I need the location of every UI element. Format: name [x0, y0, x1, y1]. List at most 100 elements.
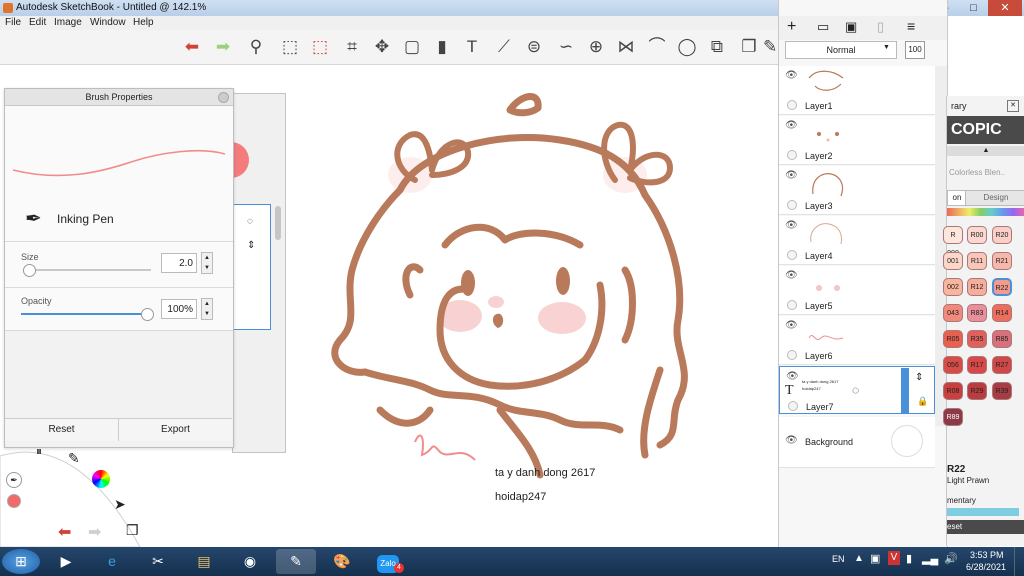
layer-opacity-input[interactable]: 100 [905, 41, 925, 59]
signal-icon[interactable]: ▂▄ [922, 552, 938, 565]
layer-reorder-icon[interactable]: ⇕ [915, 372, 923, 383]
select-icon[interactable]: ⬚ [278, 34, 302, 60]
internet-explorer-icon[interactable]: e [92, 549, 132, 574]
clock-time[interactable]: 3:53 PM [970, 550, 1004, 560]
layer-item[interactable]: 👁 Layer2 [779, 116, 935, 165]
lagoon-copy-icon[interactable]: ❐ [126, 522, 139, 539]
copic-swatch[interactable]: R05 [943, 330, 963, 348]
sketchbook-taskbar-icon[interactable]: ✎ [276, 549, 316, 574]
close-button[interactable]: ✕ [988, 0, 1022, 16]
copic-swatch[interactable]: R83 [967, 304, 987, 322]
drawing-canvas[interactable] [300, 80, 720, 500]
layer-item-selected[interactable]: 👁 T ta y danh dong 2617 hoidap247 ◌ Laye… [779, 366, 935, 414]
lagoon-pen-icon[interactable]: ✒ [6, 472, 22, 488]
lagoon-brush-icon[interactable]: ✎ [68, 450, 80, 467]
copic-swatch[interactable]: R89 [943, 408, 963, 426]
layer-item[interactable]: 👁 Layer1 [779, 66, 935, 115]
layer-menu-icon[interactable]: ≡ [907, 18, 915, 34]
zoom-icon[interactable]: ⚲ [244, 34, 268, 60]
clock-date[interactable]: 6/28/2021 [966, 562, 1006, 572]
layer-item[interactable]: 👁 Layer4 [779, 216, 935, 265]
blend-mode-select[interactable]: Normal [785, 41, 897, 59]
circle-icon[interactable]: ◯ [675, 34, 699, 60]
visibility-eye-icon[interactable]: 👁 [786, 371, 799, 382]
lagoon-redo-icon[interactable]: ➡ [88, 522, 101, 542]
fill-icon[interactable]: ▮ [430, 34, 454, 60]
redo-icon[interactable]: ➡ [211, 34, 235, 60]
brush-properties-close-button[interactable] [218, 92, 229, 103]
copic-swatch[interactable]: R 000 [943, 226, 963, 257]
ruler-icon[interactable]: ⟋ [492, 34, 516, 60]
visibility-eye-icon[interactable]: 👁 [785, 220, 798, 231]
french-curve-icon[interactable]: ∽ [554, 34, 578, 60]
copic-swatch[interactable]: 002 [943, 278, 963, 296]
layer-item[interactable]: 👁 Layer3 [779, 166, 935, 215]
copic-swatch[interactable]: R17 [967, 356, 987, 374]
volume-icon[interactable]: 🔊 [944, 552, 958, 565]
media-player-icon[interactable]: ▶ [46, 549, 86, 574]
menu-help[interactable]: Help [133, 17, 154, 28]
current-color-swatch[interactable] [7, 494, 21, 508]
tab-collection[interactable]: on [947, 190, 967, 206]
crop-icon[interactable]: ⌗ [340, 34, 364, 60]
copic-swatch[interactable]: 056 [943, 356, 963, 374]
copic-swatch[interactable]: R20 [992, 226, 1012, 244]
lock-icon[interactable]: 🔒 [917, 396, 928, 407]
chrome-icon[interactable]: ◉ [230, 549, 270, 574]
color-family-strip[interactable] [947, 208, 1024, 216]
transform-icon[interactable]: ✥ [370, 34, 394, 60]
layer-radio[interactable] [787, 150, 797, 160]
layer-radio[interactable] [787, 250, 797, 260]
add-layer-icon[interactable]: + [787, 18, 796, 36]
layer-item-background[interactable]: 👁 Background [779, 417, 935, 468]
menu-image[interactable]: Image [54, 17, 82, 28]
copic-reset-button[interactable]: eset [947, 520, 1024, 534]
tray-app-icon[interactable]: ▣ [870, 552, 880, 565]
add-group-icon[interactable]: ▭ [817, 19, 829, 35]
distort-icon[interactable]: ▢ [400, 34, 424, 60]
copic-swatch[interactable]: R14 [992, 304, 1012, 322]
chevron-up-icon[interactable]: ▲ [947, 146, 1024, 156]
copy-icon[interactable]: ❐ [737, 34, 761, 60]
menu-edit[interactable]: Edit [29, 17, 46, 28]
undo-icon[interactable]: ⬅ [180, 34, 204, 60]
copic-swatch[interactable]: 043 [943, 304, 963, 322]
add-image-icon[interactable]: ▣ [845, 19, 857, 35]
copic-swatch[interactable]: R39 [992, 382, 1012, 400]
size-slider-track[interactable] [25, 269, 151, 271]
layer-radio[interactable] [787, 200, 797, 210]
trash-icon[interactable]: ▯ [877, 19, 884, 35]
crop-lasso-icon[interactable]: ⬚ [308, 34, 332, 60]
copic-swatch[interactable]: R85 [992, 330, 1012, 348]
layer-radio[interactable] [787, 300, 797, 310]
text-icon[interactable]: T [460, 34, 484, 60]
size-slider-knob[interactable] [22, 264, 36, 277]
lagoon-undo-icon[interactable]: ⬅ [58, 522, 71, 542]
tray-v-icon[interactable]: V [888, 551, 900, 565]
scrollbar-thumb[interactable] [275, 206, 281, 240]
layer-radio[interactable] [788, 401, 798, 411]
copic-swatch[interactable]: R29 [967, 382, 987, 400]
lagoon-select-icon[interactable]: ➤ [114, 496, 126, 513]
layer-radio[interactable] [787, 350, 797, 360]
start-button[interactable]: ⊞ [2, 549, 40, 574]
visibility-eye-icon[interactable]: 👁 [785, 170, 798, 181]
close-icon[interactable]: ✕ [1007, 100, 1019, 112]
complementary-swatch[interactable] [947, 508, 1019, 516]
size-stepper[interactable]: ▲ ▼ [201, 252, 213, 274]
layer-radio[interactable] [787, 100, 797, 110]
copic-swatch[interactable]: 001 [943, 252, 963, 270]
language-indicator[interactable]: EN [832, 554, 845, 564]
lagoon-pause-icon[interactable]: ⏸ [36, 444, 42, 459]
zalo-icon[interactable]: Zalo 4 [368, 549, 408, 574]
brush-icon[interactable]: ✎ [763, 34, 777, 60]
opacity-input[interactable]: 100% [161, 299, 197, 319]
color-wheel-icon[interactable] [92, 470, 110, 488]
copic-swatch-selected[interactable]: R22 [992, 278, 1012, 296]
symmetry-icon[interactable]: ⋈ [614, 34, 638, 60]
copic-swatch[interactable]: R12 [967, 278, 987, 296]
visibility-eye-icon[interactable]: 👁 [785, 435, 798, 446]
visibility-eye-icon[interactable]: 👁 [785, 270, 798, 281]
layer-item[interactable]: 👁 Layer5 [779, 266, 935, 315]
visibility-eye-icon[interactable]: 👁 [785, 70, 798, 81]
